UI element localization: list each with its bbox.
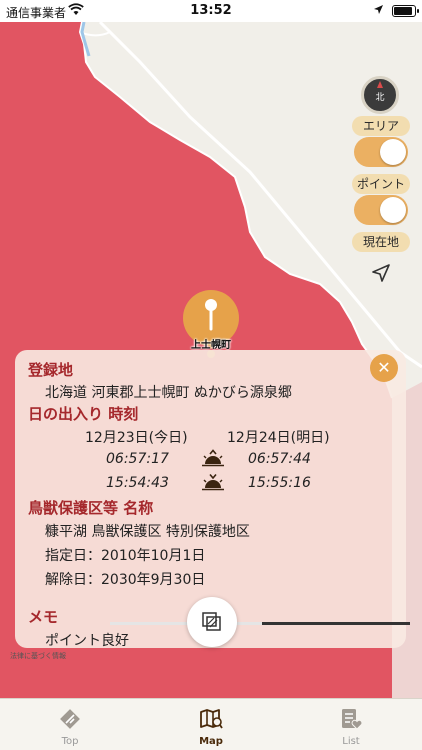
memo-heading: メモ: [28, 608, 59, 626]
sunrise-today: 06:57:17: [106, 451, 169, 467]
sunset-tomorrow: 15:55:16: [248, 475, 311, 491]
layers-icon: [202, 612, 221, 631]
map-pin-icon: [200, 709, 223, 729]
location-arrow-icon: [373, 4, 384, 18]
close-button[interactable]: ✕: [370, 354, 398, 382]
point-label: ポイント: [352, 174, 410, 194]
map-layers-button[interactable]: [187, 597, 237, 647]
tomorrow-label: 12月24日(明日): [227, 430, 330, 446]
location-arrow-icon[interactable]: [370, 262, 392, 284]
tab-map[interactable]: Map: [161, 699, 261, 750]
list-heart-icon: [342, 709, 363, 730]
sunset-today: 15:54:43: [106, 475, 169, 491]
tab-bar: Top Map List: [0, 698, 422, 750]
designated-date: 指定日：2010年10月1日: [45, 548, 206, 564]
release-date: 解除日：2030年9月30日: [45, 572, 206, 588]
point-toggle[interactable]: [354, 195, 408, 225]
today-label: 12月23日(今日): [85, 430, 188, 446]
diamond-tool-icon: [60, 709, 80, 729]
current-location-button[interactable]: 現在地: [352, 232, 410, 252]
pin-label: 上士幌町: [191, 340, 231, 351]
clock: 13:52: [190, 3, 232, 18]
map-scale-bar: [110, 622, 410, 625]
compass-icon[interactable]: 北: [361, 76, 399, 114]
legal-link[interactable]: 法律に基づく情報: [10, 651, 66, 661]
tab-list-label: List: [342, 736, 360, 747]
area-label: エリア: [352, 116, 410, 136]
sunrise-icon: [201, 449, 225, 467]
compass-north-label: 北: [375, 93, 385, 103]
battery-icon: [392, 5, 419, 17]
tab-top-label: Top: [61, 736, 79, 747]
sunset-icon: [201, 473, 225, 491]
tab-top[interactable]: Top: [20, 699, 120, 750]
close-icon: ✕: [377, 358, 391, 377]
sunrise-tomorrow: 06:57:44: [248, 451, 311, 467]
area-toggle[interactable]: [354, 137, 408, 167]
sun-heading: 日の出入り 時刻: [28, 405, 139, 423]
protection-heading: 鳥獣保護区等 名称: [28, 499, 154, 517]
protection-name: 糠平湖 鳥獣保護区 特別保護地区: [45, 524, 250, 540]
tab-list[interactable]: List: [301, 699, 401, 750]
registered-heading: 登録地: [28, 361, 74, 379]
tab-map-label: Map: [199, 736, 223, 747]
registered-value: 北海道 河東郡上士幌町 ぬかびら源泉郷: [45, 385, 292, 401]
status-bar: 通信事業者 13:52: [0, 0, 422, 22]
memo-value: ポイント良好: [45, 633, 129, 648]
